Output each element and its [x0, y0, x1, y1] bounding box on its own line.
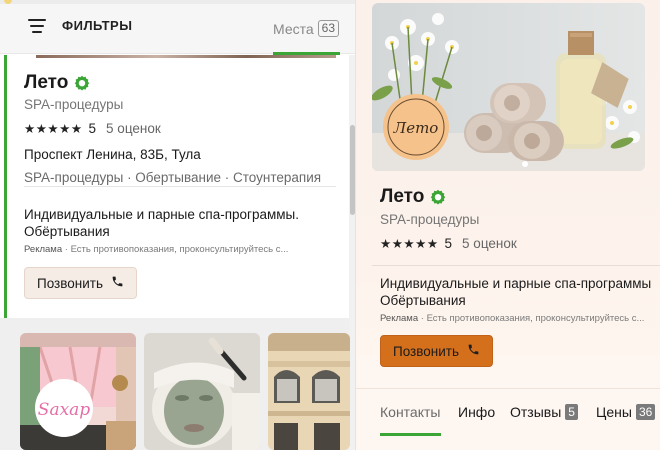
tab-info-label: Инфо — [458, 404, 496, 420]
place-title[interactable]: Лето — [24, 72, 68, 94]
selected-indicator — [4, 55, 7, 318]
rating-stars-icon: ★★★★★ — [24, 122, 83, 136]
phone-icon — [467, 343, 480, 359]
detail-tabs: Контакты Инфо Отзывы 5 Цены 36 — [356, 388, 660, 450]
tab-contacts[interactable]: Контакты — [380, 404, 440, 420]
places-list-panel: ФИЛЬТРЫ Места 63 Лето SPA-процедуры ★★★★… — [0, 0, 356, 450]
hero-photo[interactable]: Лето — [372, 3, 645, 171]
active-tab-underline — [380, 433, 441, 436]
sahar-logo-text: Sахар — [38, 400, 91, 420]
filters-label: ФИЛЬТРЫ — [62, 18, 133, 33]
tab-contacts-label: Контакты — [380, 404, 441, 420]
thumbnail-sahar-salon[interactable]: Sахар — [20, 333, 136, 450]
detail-promo-text: Индивидуальные и парные спа-программы Об… — [380, 275, 660, 309]
logo-text: Лето — [393, 119, 439, 137]
tab-reviews[interactable]: Отзывы 5 — [510, 404, 578, 420]
detail-title: Лето — [380, 186, 425, 207]
tab-places[interactable]: Места 63 — [273, 20, 340, 37]
ad-disclaimer: Реклама · Есть противопоказания, проконс… — [24, 244, 288, 255]
call-button[interactable]: Позвонить — [24, 267, 137, 299]
call-button-label: Позвонить — [393, 343, 459, 359]
divider — [24, 186, 336, 187]
rating-value: 5 — [88, 121, 97, 136]
ad-label: Реклама — [380, 313, 419, 324]
promo-text: Индивидуальные и парные спа-программы. О… — [24, 207, 299, 239]
ad-separator: · — [64, 244, 68, 255]
tab-prices-label: Цены — [596, 404, 632, 420]
detail-category: SPA-процедуры — [380, 212, 480, 227]
place-address: Проспект Ленина, 83Б, Тула — [24, 147, 201, 162]
place-tags: SPA-процедуры · Обертывание · Стоунтерап… — [24, 170, 322, 185]
tab-prices-count: 36 — [635, 404, 656, 420]
rating-stars-icon: ★★★★★ — [380, 237, 439, 251]
phone-icon — [111, 275, 124, 291]
place-category: SPA-процедуры — [24, 97, 124, 112]
ad-text: Есть противопоказания, проконсультируйте… — [426, 313, 645, 324]
promo-line-1: Индивидуальные и парные спа-программы — [380, 276, 652, 291]
place-card[interactable]: Лето SPA-процедуры ★★★★★ 5 5 оценок Прос… — [0, 55, 349, 318]
filter-lines-icon — [28, 18, 48, 33]
list-scrollbar[interactable] — [349, 55, 355, 450]
tab-reviews-label: Отзывы — [510, 404, 562, 420]
divider — [372, 265, 660, 266]
call-button-label: Позвонить — [37, 275, 103, 291]
rating-value: 5 — [444, 236, 453, 251]
ad-disclaimer: Реклама · Есть противопоказания, проконс… — [380, 313, 644, 324]
filters-button[interactable]: ФИЛЬТРЫ — [28, 18, 132, 33]
ad-text: Есть противопоказания, проконсультируйте… — [70, 244, 289, 255]
scrollbar-thumb[interactable] — [350, 125, 355, 215]
verified-badge-icon — [430, 189, 446, 205]
tab-prices[interactable]: Цены 36 — [596, 404, 656, 420]
ad-separator: · — [420, 313, 424, 324]
next-places-thumbnails: Sахар — [0, 318, 350, 450]
filters-bar: ФИЛЬТРЫ Места 63 — [0, 4, 355, 55]
promo-line-2: Обёртывания — [380, 293, 466, 308]
tab-reviews-count: 5 — [565, 404, 578, 420]
carousel-indicator[interactable] — [522, 161, 528, 167]
reviews-link[interactable]: 5 оценок — [106, 121, 161, 136]
tab-places-label: Места — [273, 20, 314, 37]
ad-label: Реклама — [24, 244, 63, 255]
reviews-link[interactable]: 5 оценок — [462, 236, 517, 251]
thumbnail-building-facade[interactable] — [268, 333, 350, 450]
tab-info[interactable]: Инфо — [458, 404, 495, 420]
previous-photo-edge — [36, 55, 336, 58]
thumbnail-face-mask[interactable] — [144, 333, 260, 450]
call-button-primary[interactable]: Позвонить — [380, 335, 493, 367]
verified-badge-icon — [74, 75, 90, 91]
place-detail-panel: Лето Лето SPA-процедуры ★★★★★ 5 5 оценок… — [356, 0, 660, 450]
places-count-badge: 63 — [317, 20, 340, 37]
